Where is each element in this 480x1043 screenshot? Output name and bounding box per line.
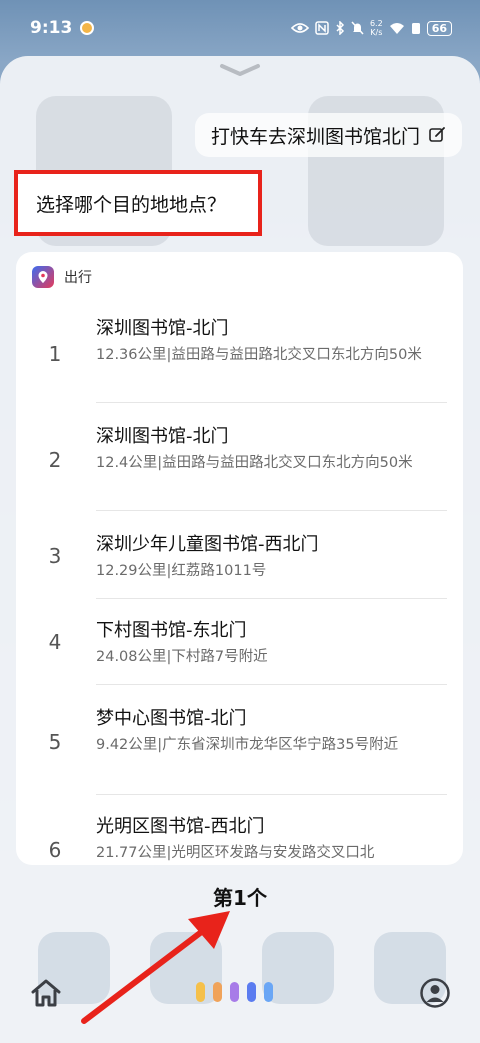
- battery-level: 66: [426, 20, 452, 36]
- net-speed-unit: K/s: [370, 28, 383, 37]
- result-index: 1: [48, 342, 62, 366]
- status-time: 9:13: [30, 18, 73, 38]
- divider: [96, 598, 447, 599]
- app-name: 出行: [64, 270, 92, 286]
- mute-bell-icon: [351, 21, 364, 35]
- result-index: 2: [48, 448, 62, 472]
- wifi-icon: [389, 23, 404, 34]
- divider: [96, 510, 447, 511]
- status-icons: 6.2 K/s 66: [290, 19, 452, 37]
- divider: [96, 402, 447, 403]
- edit-icon[interactable]: [428, 126, 446, 144]
- net-speed: 6.2 K/s: [370, 19, 383, 37]
- result-item-4[interactable]: 4 下村图书馆-东北门 24.08公里|下村路7号附近: [16, 616, 463, 682]
- result-detail: 24.08公里|下村路7号附近: [96, 649, 268, 665]
- result-detail: 12.4公里|益田路与益田路北交叉口东北方向50米: [96, 455, 413, 471]
- result-item-6[interactable]: 6 光明区图书馆-西北门 21.77公里|光明区环发路与安发路交叉口北: [16, 812, 463, 865]
- assistant-question-text: 选择哪个目的地地点？: [36, 193, 227, 216]
- status-left: 9:13: [30, 18, 95, 38]
- user-query-text: 打快车去深圳图书馆北门: [210, 125, 420, 148]
- result-title: 深圳少年儿童图书馆-西北门: [96, 534, 319, 555]
- nfc-icon: [315, 21, 329, 35]
- ride-app-icon: [32, 266, 54, 288]
- voice-dot: [247, 982, 256, 1002]
- notification-dot-icon: [80, 21, 95, 35]
- result-title: 光明区图书馆-西北门: [96, 816, 265, 837]
- voice-dot: [264, 982, 273, 1002]
- result-item-1[interactable]: 1 深圳图书馆-北门 12.36公里|益田路与益田路北交叉口东北方向50米: [16, 312, 463, 402]
- annotation-arrow-icon: [81, 911, 230, 1024]
- result-detail: 9.42公里|广东省深圳市龙华区华宁路35号附近: [96, 737, 399, 753]
- result-title: 下村图书馆-东北门: [96, 620, 247, 641]
- result-item-2[interactable]: 2 深圳图书馆-北门 12.4公里|益田路与益田路北交叉口东北方向50米: [16, 422, 463, 512]
- result-detail: 12.36公里|益田路与益田路北交叉口东北方向50米: [96, 347, 422, 363]
- result-index: 5: [48, 730, 62, 754]
- card-header: 出行: [32, 266, 92, 288]
- result-title: 深圳图书馆-北门: [96, 318, 229, 339]
- result-detail: 12.29公里|红荔路1011号: [96, 563, 267, 579]
- result-title: 梦中心图书馆-北门: [96, 708, 247, 729]
- profile-icon[interactable]: [420, 978, 450, 1008]
- result-title: 深圳图书馆-北门: [96, 426, 229, 447]
- result-index: 3: [48, 544, 62, 568]
- result-item-5[interactable]: 5 梦中心图书馆-北门 9.42公里|广东省深圳市龙华区华宁路35号附近: [16, 704, 463, 792]
- result-index: 4: [48, 630, 62, 654]
- result-item-3[interactable]: 3 深圳少年儿童图书馆-西北门 12.29公里|红荔路1011号: [16, 530, 463, 596]
- divider: [96, 794, 447, 795]
- battery-saver-icon: [411, 23, 420, 34]
- assistant-question-bubble: 选择哪个目的地地点？: [14, 170, 262, 236]
- collapse-handle-icon[interactable]: [218, 62, 262, 78]
- status-bar: 9:13 6.2 K/s 66: [0, 0, 480, 56]
- result-detail: 21.77公里|光明区环发路与安发路交叉口北: [96, 845, 375, 861]
- home-icon[interactable]: [30, 978, 62, 1008]
- result-index: 6: [48, 838, 62, 862]
- eye-icon: [290, 23, 309, 33]
- bluetooth-icon: [336, 21, 345, 35]
- user-query-bubble[interactable]: 打快车去深圳图书馆北门: [194, 113, 462, 157]
- divider: [96, 684, 447, 685]
- destination-results-card: 出行 1 深圳图书馆-北门 12.36公里|益田路与益田路北交叉口东北方向50米…: [16, 252, 463, 865]
- net-speed-value: 6.2: [369, 19, 383, 28]
